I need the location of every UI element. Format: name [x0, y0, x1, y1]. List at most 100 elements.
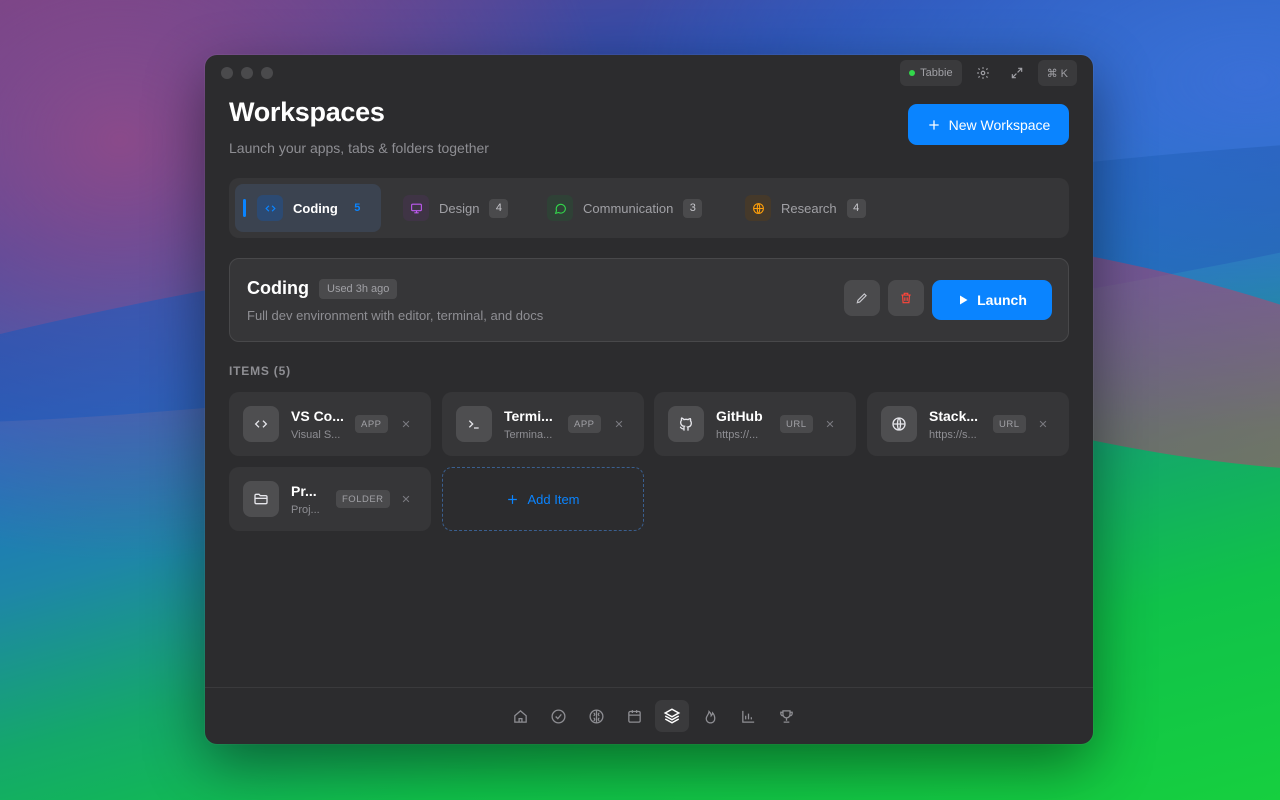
item-card[interactable]: Pr... Proj... FOLDER: [229, 467, 431, 531]
item-subtitle: Termina...: [504, 429, 553, 441]
folder-icon: [243, 481, 279, 517]
expand-button[interactable]: [1004, 60, 1030, 86]
tab-count: 4: [846, 198, 866, 218]
bottom-nav-bar: [205, 687, 1093, 744]
last-used-badge: Used 3h ago: [319, 279, 398, 299]
active-tab-indicator: [243, 199, 246, 217]
trash-icon: [901, 292, 911, 304]
nav-home[interactable]: [503, 700, 537, 732]
tab-count: 4: [489, 198, 509, 218]
nav-stats[interactable]: [731, 700, 765, 732]
remove-item-button[interactable]: [611, 416, 627, 432]
item-type-badge: URL: [993, 415, 1026, 433]
code-icon: [257, 195, 283, 221]
nav-tasks[interactable]: [541, 700, 575, 732]
launch-label: Launch: [977, 292, 1027, 308]
workspace-description: Full dev environment with editor, termin…: [247, 308, 544, 323]
play-icon: [960, 295, 968, 305]
remove-item-button[interactable]: [398, 491, 414, 507]
check-circle-icon: [550, 708, 566, 724]
item-subtitle: Proj...: [291, 504, 320, 516]
globe-icon: [745, 195, 771, 221]
items-heading: ITEMS (5): [229, 364, 291, 378]
pencil-icon: [856, 293, 867, 304]
add-item-label: Add Item: [527, 491, 580, 507]
tab-label: Coding: [293, 200, 338, 216]
command-shortcut-button[interactable]: ⌘ K: [1037, 60, 1077, 86]
item-type-badge: APP: [355, 415, 388, 433]
tab-label: Design: [439, 200, 480, 216]
new-workspace-button[interactable]: New Workspace: [908, 104, 1069, 145]
close-window-button[interactable]: [221, 67, 233, 79]
launch-button[interactable]: Launch: [932, 280, 1052, 320]
item-name: GitHub: [716, 408, 763, 424]
globe-icon: [881, 406, 917, 442]
item-subtitle: Visual S...: [291, 429, 341, 441]
item-type-badge: APP: [568, 415, 601, 433]
remove-item-button[interactable]: [822, 416, 838, 432]
item-card[interactable]: GitHub https://... URL: [654, 392, 856, 456]
page-subtitle: Launch your apps, tabs & folders togethe…: [229, 140, 489, 156]
tab-research[interactable]: Research 4: [723, 184, 883, 232]
plus-icon: [928, 119, 939, 130]
github-icon: [668, 406, 704, 442]
item-name: Pr...: [291, 483, 317, 499]
shortcut-label: ⌘ K: [1046, 67, 1068, 80]
nav-focus[interactable]: [579, 700, 613, 732]
close-icon: [402, 420, 410, 428]
item-card[interactable]: VS Co... Visual S... APP: [229, 392, 431, 456]
tab-label: Communication: [583, 200, 674, 216]
workspace-card: Coding Used 3h ago Full dev environment …: [229, 258, 1069, 342]
status-pill[interactable]: Tabbie: [900, 60, 962, 86]
terminal-icon: [456, 406, 492, 442]
trophy-icon: [779, 709, 793, 723]
item-subtitle: https://...: [716, 429, 759, 441]
edit-workspace-button[interactable]: [844, 280, 880, 316]
item-name: Stack...: [929, 408, 979, 424]
monitor-icon: [403, 195, 429, 221]
tab-coding[interactable]: Coding 5: [235, 184, 381, 232]
nav-streaks[interactable]: [693, 700, 727, 732]
window-controls: [221, 67, 273, 79]
expand-icon: [1011, 67, 1022, 79]
nav-achievements[interactable]: [769, 700, 803, 732]
item-card[interactable]: Stack... https://s... URL: [867, 392, 1069, 456]
close-icon: [402, 495, 410, 503]
flame-icon: [705, 709, 715, 724]
settings-button[interactable]: [970, 60, 996, 86]
item-type-badge: URL: [780, 415, 813, 433]
bar-chart-icon: [741, 710, 754, 723]
close-icon: [826, 420, 834, 428]
delete-workspace-button[interactable]: [888, 280, 924, 316]
item-subtitle: https://s...: [929, 429, 977, 441]
tab-count: 5: [354, 202, 361, 214]
tab-design[interactable]: Design 4: [381, 184, 525, 232]
close-icon: [1039, 420, 1047, 428]
zoom-window-button[interactable]: [261, 67, 273, 79]
remove-item-button[interactable]: [1035, 416, 1051, 432]
status-label: Tabbie: [920, 67, 953, 79]
page-title: Workspaces: [229, 97, 385, 127]
workspace-name: Coding: [247, 278, 309, 298]
new-workspace-label: New Workspace: [948, 116, 1051, 133]
minimize-window-button[interactable]: [241, 67, 253, 79]
nav-calendar[interactable]: [617, 700, 651, 732]
app-window: Tabbie ⌘ K Workspaces Launch your apps, …: [205, 55, 1093, 744]
close-icon: [615, 420, 623, 428]
nav-workspaces[interactable]: [655, 700, 689, 732]
tab-communication[interactable]: Communication 3: [525, 184, 725, 232]
tab-label: Research: [781, 200, 837, 216]
status-dot: [909, 70, 916, 76]
layers-icon: [663, 708, 681, 724]
item-card[interactable]: Termi... Termina... APP: [442, 392, 644, 456]
brain-icon: [588, 708, 604, 724]
add-item-button[interactable]: Add Item: [442, 467, 644, 531]
titlebar: Tabbie ⌘ K: [205, 55, 1093, 91]
home-icon: [513, 709, 527, 723]
gear-icon: [976, 67, 989, 79]
code-icon: [243, 406, 279, 442]
remove-item-button[interactable]: [398, 416, 414, 432]
item-name: Termi...: [504, 408, 553, 424]
calendar-icon: [627, 709, 641, 723]
plus-icon: [508, 494, 518, 504]
